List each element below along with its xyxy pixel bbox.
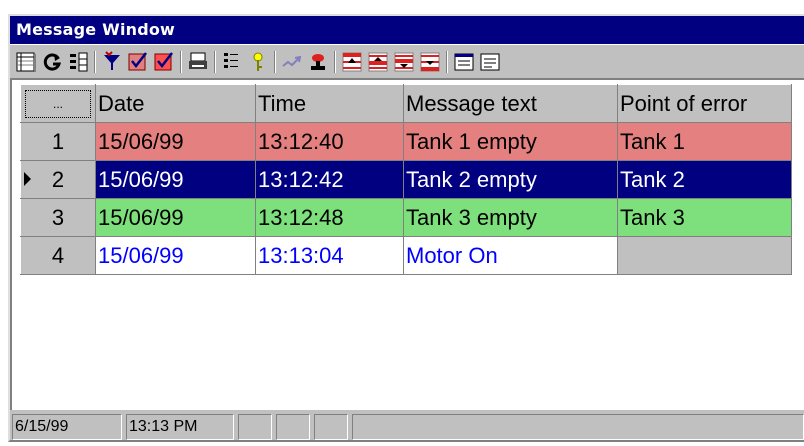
properties-icon[interactable] (220, 50, 244, 74)
table-row[interactable]: 4 15/06/99 13:13:04 Motor On (20, 236, 792, 275)
row-number[interactable]: 3 (20, 198, 96, 237)
cell-point-of-error[interactable]: Tank 2 (617, 160, 792, 199)
toolbar-separator (94, 51, 96, 73)
check-select-red-icon[interactable] (152, 50, 176, 74)
current-row-arrow-icon (24, 172, 31, 186)
status-panel-empty (238, 414, 272, 440)
toolbar-separator (334, 51, 336, 73)
horn-icon[interactable] (306, 50, 330, 74)
key-icon[interactable] (246, 50, 270, 74)
cell-time[interactable]: 13:12:42 (255, 160, 404, 199)
status-bar: 6/15/99 13:13 PM (10, 410, 804, 440)
message-table-area: ... Date Time Message text Point of erro… (10, 78, 804, 410)
status-panel-message (352, 414, 804, 440)
cell-message-text[interactable]: Tank 1 empty (403, 122, 618, 161)
print-icon[interactable] (186, 50, 210, 74)
first-message-icon[interactable] (340, 50, 364, 74)
table-row-selected[interactable]: 2 15/06/99 13:12:42 Tank 2 empty Tank 2 (20, 160, 792, 199)
column-header-point-of-error[interactable]: Point of error (617, 84, 792, 123)
message-window: Message Window ... Date Time Message tex… (8, 14, 804, 442)
table-header-row: ... Date Time Message text Point of erro… (20, 84, 792, 123)
window-title: Message Window (16, 20, 176, 39)
cell-point-of-error[interactable]: Tank 3 (617, 198, 792, 237)
window-title-bar[interactable]: Message Window (10, 16, 804, 44)
cell-time[interactable]: 13:12:48 (255, 198, 404, 237)
status-panel-empty (276, 414, 310, 440)
refresh-icon[interactable] (40, 50, 64, 74)
row-number[interactable]: 1 (20, 122, 96, 161)
cell-time[interactable]: 13:12:40 (255, 122, 404, 161)
toolbar-separator (214, 51, 216, 73)
column-header-message-text[interactable]: Message text (403, 84, 618, 123)
toolbar-separator (446, 51, 448, 73)
cell-message-text[interactable]: Tank 2 empty (403, 160, 618, 199)
table-row[interactable]: 1 15/06/99 13:12:40 Tank 1 empty Tank 1 (20, 122, 792, 161)
row-number[interactable]: 4 (20, 236, 96, 275)
cell-date[interactable]: 15/06/99 (95, 122, 256, 161)
status-panel-empty (314, 414, 348, 440)
message-list-icon[interactable] (14, 50, 38, 74)
column-header-time[interactable]: Time (255, 84, 404, 123)
row-number-label: 4 (51, 242, 65, 268)
row-number[interactable]: 2 (20, 160, 96, 199)
message-table: ... Date Time Message text Point of erro… (20, 84, 792, 275)
cell-point-of-error[interactable]: Tank 1 (617, 122, 792, 161)
select-all-corner[interactable]: ... (20, 84, 96, 123)
previous-message-icon[interactable] (366, 50, 390, 74)
acknowledge-icon[interactable] (280, 50, 304, 74)
cell-date[interactable]: 15/06/99 (95, 160, 256, 199)
cell-message-text[interactable]: Tank 3 empty (403, 198, 618, 237)
next-message-icon[interactable] (392, 50, 416, 74)
toolbar-separator (180, 51, 182, 73)
corner-label: ... (25, 89, 91, 118)
check-select-icon[interactable] (126, 50, 150, 74)
toolbar (10, 44, 804, 78)
status-date: 6/15/99 (12, 414, 122, 440)
comment-icon[interactable] (478, 50, 502, 74)
cell-message-text[interactable]: Motor On (403, 236, 618, 275)
cell-time[interactable]: 13:13:04 (255, 236, 404, 275)
filter-icon[interactable] (100, 50, 124, 74)
last-message-icon[interactable] (418, 50, 442, 74)
column-header-date[interactable]: Date (95, 84, 256, 123)
status-time: 13:13 PM (126, 414, 234, 440)
info-text-icon[interactable] (452, 50, 476, 74)
list-view-icon[interactable] (66, 50, 90, 74)
row-number-label: 1 (51, 128, 65, 154)
cell-point-of-error[interactable] (617, 236, 792, 275)
cell-date[interactable]: 15/06/99 (95, 198, 256, 237)
toolbar-separator (274, 51, 276, 73)
row-number-label: 3 (51, 204, 65, 230)
row-number-label: 2 (51, 166, 65, 192)
table-row[interactable]: 3 15/06/99 13:12:48 Tank 3 empty Tank 3 (20, 198, 792, 237)
cell-date[interactable]: 15/06/99 (95, 236, 256, 275)
